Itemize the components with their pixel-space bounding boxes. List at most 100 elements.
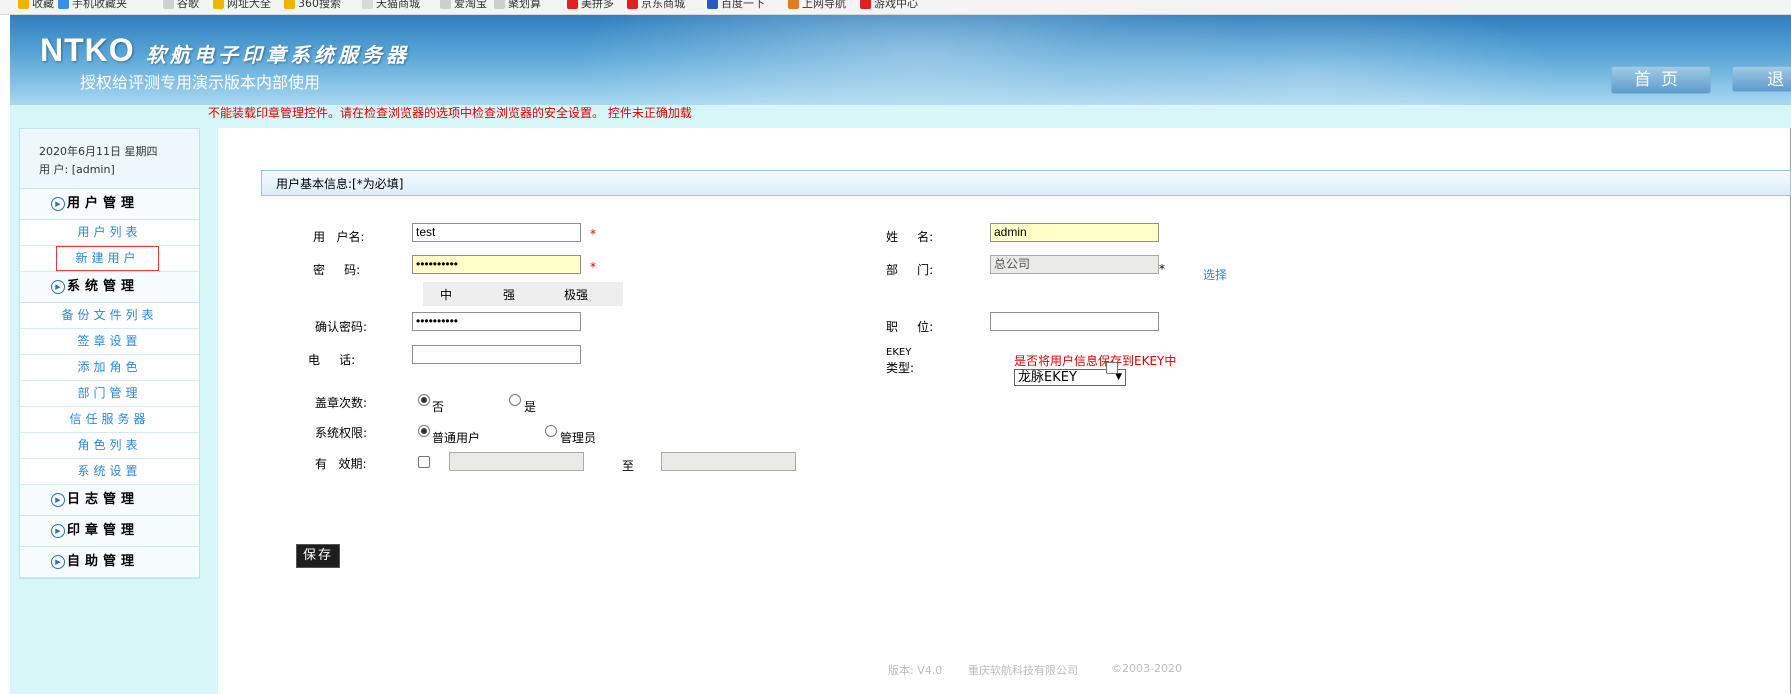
position-label: 职 位: bbox=[886, 320, 934, 334]
strength-very-strong: 极强 bbox=[564, 288, 589, 302]
bookmark-label: 收藏 bbox=[32, 0, 54, 10]
menu-group-title: 系统管理 bbox=[67, 279, 140, 294]
bookmark-label: 游戏中心 bbox=[874, 0, 918, 10]
menu-group-title: 日志管理 bbox=[67, 492, 140, 507]
bookmark-icon bbox=[58, 0, 69, 9]
bookmark-icon bbox=[362, 0, 373, 9]
stamp-yes-radio[interactable] bbox=[509, 394, 521, 406]
bookmark-icon bbox=[18, 0, 29, 9]
bookmark-icon bbox=[707, 0, 718, 9]
header-decoration bbox=[1060, 15, 1560, 105]
bookmark-item[interactable]: 百度一下 bbox=[707, 0, 765, 11]
sidebar-item[interactable]: 签章设置 bbox=[20, 329, 199, 354]
ekey-save-note: 是否将用户信息保存到EKEY中 bbox=[1014, 354, 1177, 368]
confirm-password-label: 确认密码: bbox=[315, 320, 368, 334]
bookmark-label: 360搜索 bbox=[298, 0, 341, 10]
phone-label: 电 话: bbox=[308, 353, 356, 367]
stamp-no-radio[interactable] bbox=[418, 394, 430, 406]
footer-version: 版本: V4.0 bbox=[888, 664, 943, 677]
bookmark-item[interactable]: 网址大全 bbox=[213, 0, 271, 11]
bookmark-item[interactable]: 聚划算 bbox=[494, 0, 541, 11]
sidebar-item[interactable]: 信任服务器 bbox=[20, 407, 199, 432]
confirm-password-input[interactable]: •••••••••• bbox=[412, 312, 581, 331]
bookmark-icon bbox=[567, 0, 578, 9]
form-section-header: 用户基本信息:[*为必填] bbox=[261, 170, 1791, 196]
logout-button[interactable]: 退 bbox=[1732, 66, 1791, 92]
brand-logo: NTKO bbox=[40, 32, 135, 68]
position-input[interactable] bbox=[990, 312, 1159, 331]
username-input[interactable]: test bbox=[412, 223, 581, 242]
sidebar-item[interactable]: 用户列表 bbox=[20, 220, 199, 245]
perm-admin-label: 管理员 bbox=[560, 431, 597, 445]
password-strength-meter: 中 强 极强 bbox=[423, 282, 623, 306]
ekey-save-checkbox[interactable] bbox=[1106, 362, 1118, 374]
app-header: NTKO 软航电子印章系统服务器 授权给评测专用演示版本内部使用 首页 退 bbox=[10, 15, 1791, 105]
stamp-count-label: 盖章次数: bbox=[315, 396, 368, 410]
sidebar-item[interactable]: 备份文件列表 bbox=[20, 303, 199, 328]
expand-arrow-icon: ▶ bbox=[51, 196, 65, 211]
stamp-yes-label: 是 bbox=[524, 400, 537, 414]
bookmark-icon bbox=[788, 0, 799, 9]
bookmark-item[interactable]: 360搜索 bbox=[284, 0, 341, 11]
required-mark: * bbox=[1159, 262, 1165, 276]
bookmark-item[interactable]: 收藏 bbox=[18, 0, 54, 11]
perm-normal-radio[interactable] bbox=[418, 425, 430, 437]
current-date: 2020年6月11日 星期四 bbox=[39, 145, 158, 158]
menu-group-3[interactable]: ▶ 印章管理 bbox=[20, 516, 199, 547]
sidebar-item[interactable]: 角色列表 bbox=[20, 433, 199, 458]
license-tagline: 授权给评测专用演示版本内部使用 bbox=[80, 73, 321, 92]
brand-subtitle: 软航电子印章系统服务器 bbox=[146, 43, 410, 67]
sidebar-item[interactable]: 系统设置 bbox=[20, 459, 199, 484]
bookmark-item[interactable]: 爱淘宝 bbox=[440, 0, 487, 11]
control-load-warning: 不能装载印章管理控件。请在检查浏览器的选项中检查浏览器的安全设置。 控件未正确加… bbox=[208, 106, 692, 120]
bookmark-item[interactable]: 谷歌 bbox=[163, 0, 199, 11]
menu-group-2[interactable]: ▶ 日志管理 bbox=[20, 485, 199, 516]
menu-group-1[interactable]: ▶ 系统管理 bbox=[20, 272, 199, 303]
menu-group-title: 印章管理 bbox=[67, 523, 140, 538]
strength-strong: 强 bbox=[503, 288, 516, 302]
perm-admin-radio[interactable] bbox=[545, 425, 557, 437]
strength-medium: 中 bbox=[440, 288, 453, 302]
fullname-input[interactable]: admin bbox=[990, 223, 1159, 242]
menu-group-4[interactable]: ▶ 自助管理 bbox=[20, 547, 199, 578]
password-input[interactable]: •••••••••• bbox=[412, 255, 581, 274]
select-department-link[interactable]: 选择 bbox=[1203, 266, 1227, 283]
sidebar-item[interactable]: 添加角色 bbox=[20, 355, 199, 380]
ekey-label-line2: 类型: bbox=[886, 361, 915, 375]
save-button[interactable]: 保存 bbox=[296, 544, 340, 568]
phone-input[interactable] bbox=[412, 345, 581, 364]
validity-to-label: 至 bbox=[622, 459, 635, 473]
bookmark-label: 天猫商城 bbox=[376, 0, 420, 10]
bookmark-label: 爱淘宝 bbox=[454, 0, 487, 10]
footer-company: 重庆软航科技有限公司 bbox=[968, 664, 1078, 677]
bookmark-label: 聚划算 bbox=[508, 0, 541, 10]
bookmarks-bar: 收藏 手机收藏夹 谷歌 网址大全 360搜索 天猫商城 爱淘宝 聚划算 美拼多 京东商城 百度一下 上… bbox=[0, 0, 1791, 15]
sidebar-item[interactable]: 部门管理 bbox=[20, 381, 199, 406]
department-label: 部 门: bbox=[886, 263, 934, 277]
validity-checkbox[interactable] bbox=[418, 456, 430, 468]
menu-group-title: 自助管理 bbox=[67, 554, 140, 569]
bookmark-item[interactable]: 京东商城 bbox=[627, 0, 685, 11]
menu-group-0[interactable]: ▶ 用户管理 bbox=[20, 189, 199, 220]
bookmark-item[interactable]: 手机收藏夹 bbox=[58, 0, 127, 11]
validity-end-input[interactable] bbox=[661, 452, 796, 471]
sidebar: 2020年6月11日 星期四 用 户: [admin] ▶ 用户管理 用户列表 新建用… bbox=[19, 128, 200, 579]
fullname-label: 姓 名: bbox=[886, 230, 934, 244]
bookmark-label: 美拼多 bbox=[581, 0, 614, 10]
home-button[interactable]: 首页 bbox=[1611, 66, 1711, 94]
ekey-type-value: 龙脉EKEY bbox=[1018, 370, 1077, 385]
perm-normal-label: 普通用户 bbox=[432, 431, 481, 445]
validity-start-input[interactable] bbox=[449, 452, 584, 471]
main-content bbox=[218, 128, 1791, 694]
bookmark-icon bbox=[627, 0, 638, 9]
bookmark-item[interactable]: 游戏中心 bbox=[860, 0, 918, 11]
user-info: 2020年6月11日 星期四 用 户: [admin] bbox=[20, 129, 199, 189]
password-label: 密 码: bbox=[313, 263, 361, 277]
bookmark-item[interactable]: 上网导航 bbox=[788, 0, 846, 11]
bookmark-icon bbox=[494, 0, 505, 9]
bookmark-item[interactable]: 天猫商城 bbox=[362, 0, 420, 11]
sidebar-item[interactable]: 新建用户 bbox=[56, 246, 159, 271]
bookmark-item[interactable]: 美拼多 bbox=[567, 0, 614, 11]
required-mark: * bbox=[590, 227, 596, 241]
bookmark-label: 上网导航 bbox=[802, 0, 846, 10]
